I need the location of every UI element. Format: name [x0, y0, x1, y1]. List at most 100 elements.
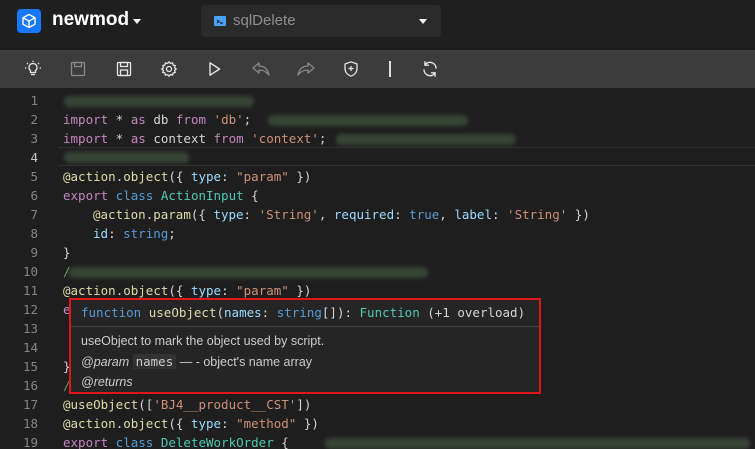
code-token: "method": [236, 416, 297, 431]
code-line-10: /: [63, 262, 71, 281]
code-token: ({: [168, 169, 191, 184]
code-token: ActionInput: [160, 188, 244, 203]
code-token: string: [123, 226, 169, 241]
code-token: as: [130, 112, 146, 127]
code-token: @: [63, 169, 71, 184]
gear-icon[interactable]: [158, 58, 180, 80]
code-token: :: [491, 207, 508, 222]
code-token: 'String': [507, 207, 568, 222]
code-token: :: [221, 283, 237, 298]
code-token: 'BJ4__product__CST': [153, 397, 297, 412]
code-line-3: import * as context from 'context';: [63, 129, 326, 148]
line-number: 19: [22, 435, 38, 449]
hover-tooltip: function useObject(names: string[]): Fun…: [69, 298, 541, 394]
code-token: }): [288, 283, 312, 298]
line-number: 14: [22, 340, 38, 355]
param-name: names: [132, 354, 177, 369]
redacted-code: [268, 115, 468, 126]
code-token: *: [108, 131, 131, 146]
sig-token: function: [81, 305, 142, 320]
sig-token: :: [261, 305, 277, 320]
lightbulb-icon[interactable]: [22, 58, 44, 80]
code-token: {: [243, 188, 259, 203]
sig-token: names: [224, 305, 262, 320]
code-line-17: @useObject(['BJ4__product__CST']): [63, 395, 311, 414]
code-token: label: [454, 207, 492, 222]
toolbar-divider: [389, 61, 391, 77]
code-token: action: [70, 283, 116, 298]
code-token: db: [145, 112, 176, 127]
line-number: 17: [22, 397, 38, 412]
line-number: 13: [22, 321, 38, 336]
line-number: 5: [30, 169, 38, 184]
code-token: @: [63, 283, 71, 298]
save-all-icon[interactable]: [113, 58, 135, 80]
code-token: type: [190, 169, 222, 184]
line-number: 8: [30, 226, 38, 241]
code-line-18: @action.object({ type: "method" }): [63, 414, 319, 433]
code-token: :: [108, 226, 124, 241]
code-token: /: [63, 264, 71, 279]
code-line-9: }: [63, 243, 71, 262]
code-token: "param": [236, 283, 289, 298]
sig-token: ):: [336, 305, 360, 320]
play-icon[interactable]: [203, 58, 225, 80]
chevron-down-icon: [419, 19, 427, 24]
code-token: type: [190, 416, 222, 431]
redacted-code: [68, 267, 428, 278]
code-token: import: [63, 112, 109, 127]
code-token: class: [108, 188, 161, 203]
code-token: object: [123, 416, 169, 431]
code-line-7: @action.param({ type: 'String', required…: [93, 205, 590, 224]
sig-token: Function: [359, 305, 420, 320]
chevron-down-icon[interactable]: [133, 19, 141, 24]
code-token: {: [273, 435, 289, 449]
code-editor[interactable]: 1 2 3 4 5 6 7 8 9 10 11 12 13 14 15 16 1…: [0, 88, 755, 449]
line-number: 18: [22, 416, 38, 431]
file-select[interactable]: sqlDelete: [201, 5, 441, 37]
hover-param: @param names — - object's name array: [81, 354, 312, 369]
code-token: :: [243, 207, 259, 222]
code-token: from: [175, 112, 207, 127]
code-token: type: [190, 283, 222, 298]
sig-token: (+1 overload): [419, 305, 526, 320]
code-token: }): [296, 416, 319, 431]
shield-icon[interactable]: [340, 58, 362, 80]
code-token: action: [70, 169, 116, 184]
undo-icon[interactable]: [250, 58, 272, 80]
code-token: *: [108, 112, 131, 127]
code-token: id: [93, 226, 109, 241]
line-number: 3: [30, 131, 38, 146]
cube-icon[interactable]: [17, 9, 41, 33]
code-line-6: export class ActionInput {: [63, 186, 259, 205]
line-number: 7: [30, 207, 38, 222]
code-token: ,: [318, 207, 334, 222]
code-token: as: [130, 131, 146, 146]
code-token: ;: [318, 131, 327, 146]
param-desc: — - object's name array: [176, 355, 313, 369]
line-number: 15: [22, 359, 38, 374]
redacted-code: [336, 134, 516, 145]
code-line-19: export class DeleteWorkOrder {: [63, 433, 289, 449]
code-token: true: [409, 207, 440, 222]
code-token: from: [213, 131, 244, 146]
line-number: 2: [30, 112, 38, 127]
sig-token: (: [216, 305, 225, 320]
code-token: @: [63, 397, 71, 412]
line-number: 12: [22, 302, 38, 317]
refresh-icon[interactable]: [419, 58, 441, 80]
redo-icon[interactable]: [295, 58, 317, 80]
app-title[interactable]: newmod: [52, 9, 129, 31]
param-tag: @param: [81, 355, 130, 369]
code-token: class: [108, 435, 161, 449]
code-token: required: [333, 207, 395, 222]
redacted-code: [64, 152, 189, 163]
code-token: :: [221, 416, 237, 431]
code-token: export: [63, 188, 109, 203]
code-token: object: [123, 169, 169, 184]
save-icon[interactable]: [67, 58, 89, 80]
line-number: 10: [22, 264, 38, 279]
code-token: @: [93, 207, 101, 222]
code-token: :: [394, 207, 410, 222]
sig-token: string: [276, 305, 322, 320]
